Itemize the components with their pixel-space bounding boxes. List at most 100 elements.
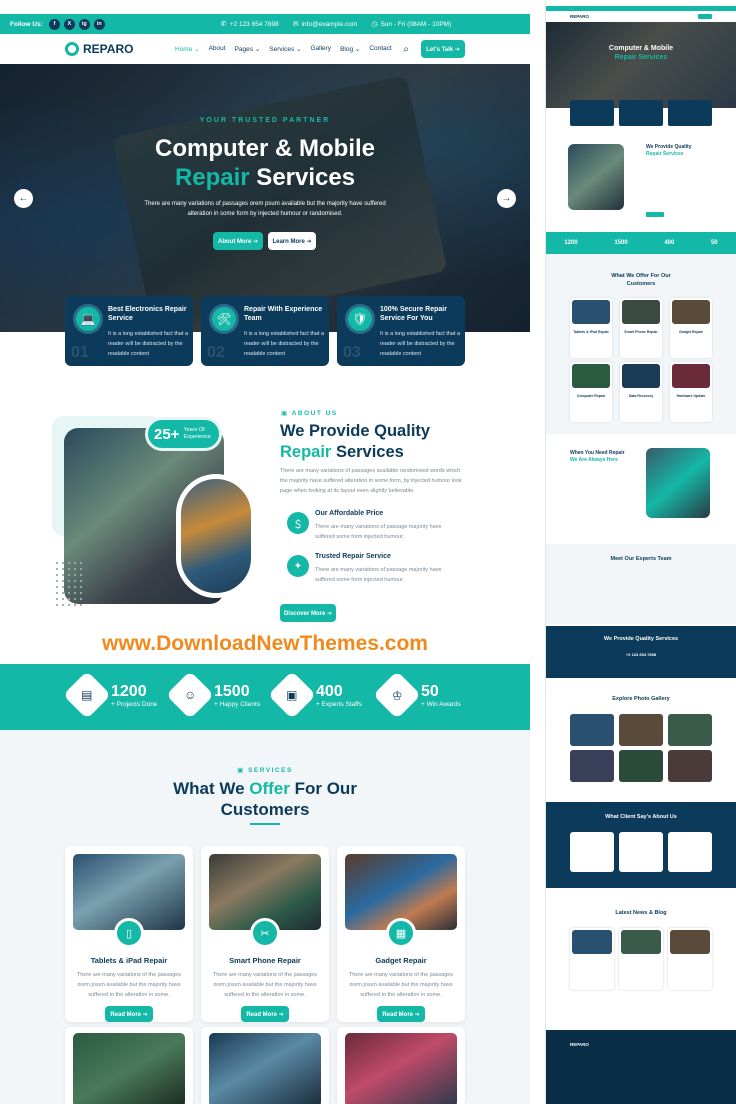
read-more-button[interactable]: Read More ➔ bbox=[105, 1006, 153, 1022]
email-info[interactable]: ✉ info@example.com bbox=[293, 20, 358, 29]
services-title-highlight: Offer bbox=[249, 779, 290, 798]
instagram-icon[interactable]: ig bbox=[78, 18, 90, 30]
services-title-a: What We bbox=[173, 779, 250, 798]
thumb-discover-button[interactable] bbox=[646, 212, 664, 217]
chip-icon: ▦ bbox=[386, 918, 416, 948]
email-address: info@example.com bbox=[301, 20, 358, 28]
feature-desc: It is a long established fact that a rea… bbox=[380, 331, 461, 357]
tablet-icon: ▯ bbox=[114, 918, 144, 948]
thumb-hero: Computer & Mobile Repair Services bbox=[546, 22, 736, 108]
feature-number: 01 bbox=[71, 344, 89, 361]
thumb-stats: 1200 1500 400 50 bbox=[546, 232, 736, 254]
stat-number: 1500 bbox=[214, 682, 250, 700]
hero-overlay bbox=[0, 64, 530, 332]
hours-info: ◷ Sun - Fri (08AM - 10PM) bbox=[371, 20, 452, 29]
thumb-gallery-image[interactable] bbox=[570, 750, 614, 782]
computer-repair-image bbox=[73, 1033, 185, 1104]
lets-talk-button[interactable]: Let's Talk ➔ bbox=[421, 40, 465, 58]
thumb-need-title2: We Are Always Here bbox=[570, 457, 618, 463]
opening-hours: Sun - Fri (08AM - 10PM) bbox=[380, 20, 452, 28]
thumb-news-card bbox=[668, 928, 712, 990]
prev-slide-arrow-icon[interactable]: ← bbox=[14, 189, 33, 208]
thumb-news: Latest News & Blog bbox=[546, 896, 736, 1022]
thumb-news-image bbox=[621, 930, 661, 954]
thumb-service-image bbox=[672, 364, 710, 388]
hero-description: There are many variations of passages or… bbox=[144, 201, 386, 217]
thumb-cta: We Provide Quality Services +2 123 654 7… bbox=[546, 626, 736, 678]
phone-info[interactable]: ✆ +2 123 654 7898 bbox=[221, 20, 279, 29]
stat-number: 400 bbox=[316, 682, 343, 700]
hardware-image bbox=[345, 1033, 457, 1104]
read-more-button[interactable]: Read More ➔ bbox=[241, 1006, 289, 1022]
clock-icon: ◷ bbox=[371, 21, 378, 28]
service-title: Tablets & iPad Repair bbox=[90, 956, 168, 965]
main-preview: Follow Us: f X ig in ✆ +2 123 654 7898 ✉ i… bbox=[0, 0, 530, 1104]
thumb-service-card: Data Recovery bbox=[620, 362, 662, 422]
thumb-service-image bbox=[572, 364, 610, 388]
x-icon[interactable]: X bbox=[63, 18, 75, 30]
thumb-gallery-image[interactable] bbox=[668, 714, 712, 746]
feature-number: 02 bbox=[207, 344, 225, 361]
about-description: There are many variations of passages av… bbox=[280, 468, 462, 494]
thumb-feature-card bbox=[668, 100, 712, 126]
feature-title: Repair With Experience Team bbox=[244, 306, 323, 322]
thumb-gallery-image[interactable] bbox=[619, 714, 663, 746]
stat-item: ▣ 400 + Experts Staffs bbox=[267, 670, 362, 720]
thumb-team: Meet Our Experts Team bbox=[546, 544, 736, 624]
stat-number: 1200 bbox=[111, 682, 147, 700]
shield-icon: 🛡 bbox=[345, 304, 375, 334]
watermark-text: www.DownloadNewThemes.com bbox=[102, 632, 428, 655]
thumb-testimonial-card bbox=[570, 832, 614, 872]
thumb-service-title: Tablets & iPad Repair bbox=[573, 330, 609, 334]
logo[interactable]: REPARO bbox=[65, 42, 165, 56]
technician-icon: 🛠 bbox=[209, 304, 239, 334]
nav-pages[interactable]: Pages ⌄ bbox=[235, 45, 261, 53]
thumb-service-card: Hardware Update bbox=[670, 362, 712, 422]
feature-card: 💻 Best Electronics Repair Service It is … bbox=[65, 296, 193, 366]
thumb-service-image bbox=[572, 300, 610, 324]
linkedin-icon[interactable]: in bbox=[93, 18, 105, 30]
thumb-service-image bbox=[622, 300, 660, 324]
services-kicker: ▣ SERVICES bbox=[237, 767, 293, 774]
experience-years: 25+ bbox=[154, 425, 180, 443]
circuit-closeup-image bbox=[176, 474, 256, 598]
service-card: ▦ Gadget Repair There are many variation… bbox=[337, 846, 465, 1022]
nav-blog[interactable]: Blog ⌄ bbox=[340, 45, 360, 53]
laptop-icon: 💻 bbox=[73, 304, 103, 334]
nav-contact[interactable]: Contact bbox=[369, 45, 391, 53]
search-icon[interactable]: ⌕ bbox=[403, 44, 409, 55]
services-title-line2: Customers bbox=[220, 800, 310, 819]
next-slide-arrow-icon[interactable]: → bbox=[497, 189, 516, 208]
full-page-thumbnail: REPARO Computer & Mobile Repair Services … bbox=[545, 0, 736, 1104]
service-card: ✂ Smart Phone Repair There are many vari… bbox=[201, 846, 329, 1022]
service-card bbox=[201, 1027, 329, 1104]
learn-more-button[interactable]: Learn More ➔ bbox=[268, 232, 316, 250]
stat-item: ♔ 50 + Win Awards bbox=[372, 670, 461, 720]
about-more-button[interactable]: About More ➔ bbox=[213, 232, 263, 250]
thumb-gallery-image[interactable] bbox=[570, 714, 614, 746]
feature-number: 03 bbox=[343, 344, 361, 361]
stat-item: ▤ 1200 + Projects Done bbox=[62, 670, 157, 720]
thumb-gallery-image[interactable] bbox=[668, 750, 712, 782]
about-item-desc: There are many variations of passage maj… bbox=[315, 524, 442, 540]
thumb-footer-logo: REPARO bbox=[570, 1042, 589, 1047]
facebook-icon[interactable]: f bbox=[48, 18, 60, 30]
dot-pattern bbox=[54, 560, 84, 610]
nav-gallery[interactable]: Gallery bbox=[310, 45, 331, 53]
thumb-testimonials: What Client Say's About Us bbox=[546, 802, 736, 888]
discover-more-button[interactable]: Discover More ➔ bbox=[280, 604, 336, 622]
service-title: Smart Phone Repair bbox=[229, 956, 301, 965]
read-more-button[interactable]: Read More ➔ bbox=[377, 1006, 425, 1022]
thumb-cta-button[interactable] bbox=[698, 14, 712, 19]
thumb-stat: 1500 bbox=[614, 240, 628, 246]
thumb-service-image bbox=[622, 364, 660, 388]
thumb-gallery-image[interactable] bbox=[619, 750, 663, 782]
nav-services[interactable]: Services ⌄ bbox=[269, 45, 301, 53]
service-title: Gadget Repair bbox=[375, 956, 427, 965]
follow-us-label: Follow Us: bbox=[10, 20, 43, 28]
stat-label: + Happy Clients bbox=[214, 700, 261, 708]
thumb-gallery: Explore Photo Gallery bbox=[546, 686, 736, 796]
nav-about[interactable]: About bbox=[209, 45, 226, 53]
service-desc: There are many variations of the passage… bbox=[212, 972, 318, 998]
nav-home[interactable]: Home ⌄ bbox=[175, 45, 200, 53]
